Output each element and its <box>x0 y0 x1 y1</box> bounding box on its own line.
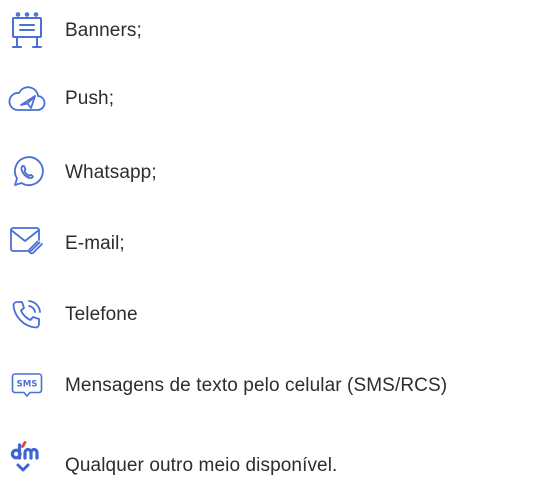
channel-label-banners: Banners; <box>65 20 142 41</box>
channel-label-push: Push; <box>65 88 115 109</box>
channel-label-telefone: Telefone <box>65 304 138 325</box>
channel-label-outros-meios: Qualquer outro meio disponível. <box>65 455 338 476</box>
cloud-send-icon <box>6 78 48 118</box>
svg-text:SMS: SMS <box>17 380 38 390</box>
email-icon <box>6 221 48 261</box>
channel-label-sms: Mensagens de texto pelo celular (SMS/RCS… <box>65 375 448 396</box>
billboard-icon <box>6 10 48 50</box>
dm-logo-icon <box>6 436 48 476</box>
channel-list: Banners; Push; Whatsapp; E-mail; Telefon… <box>0 0 535 476</box>
whatsapp-icon <box>6 152 48 192</box>
phone-call-icon <box>6 295 48 335</box>
channel-label-email: E-mail; <box>65 233 125 254</box>
channel-label-whatsapp: Whatsapp; <box>65 162 157 183</box>
sms-icon: SMS <box>6 365 48 405</box>
